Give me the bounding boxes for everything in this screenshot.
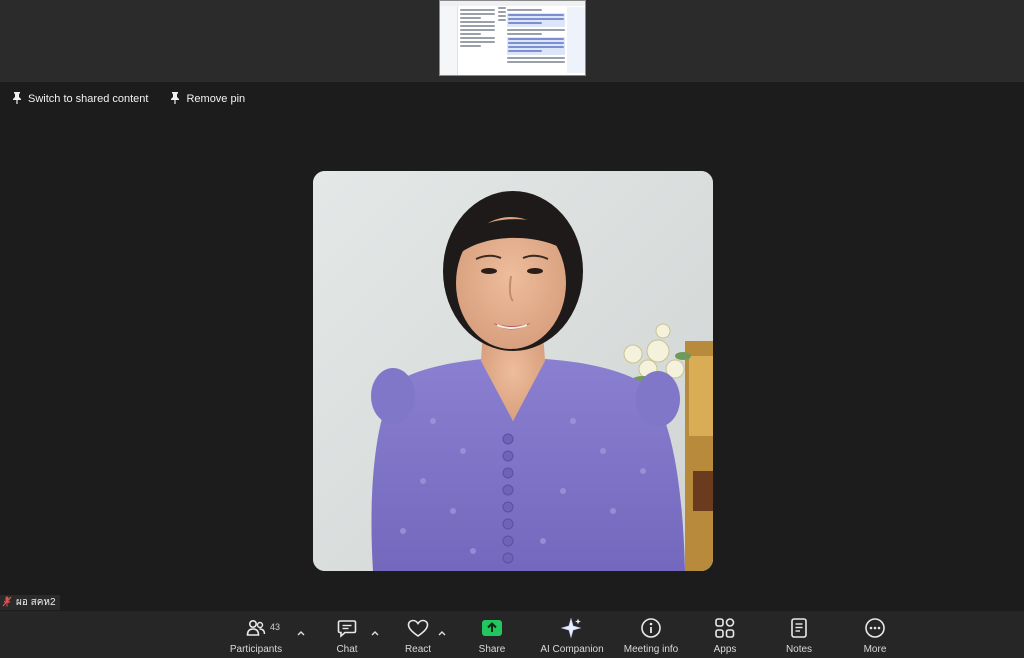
switch-to-shared-content-label: Switch to shared content [28,93,149,105]
chat-button[interactable]: Chat [330,616,364,656]
info-icon [640,616,662,640]
chevron-up-icon [297,631,305,636]
apps-button[interactable]: Apps [708,616,742,656]
notes-label: Notes [785,644,813,655]
meeting-window: Switch to shared content Remove pin ผอ ส… [0,0,1024,658]
chat-menu-caret[interactable] [370,624,380,636]
participants-icon [246,616,266,640]
heart-icon [407,616,429,640]
participants-menu-caret[interactable] [296,624,306,636]
notes-button[interactable]: Notes [782,616,816,656]
participant-name-tag: ผอ สคห2 [0,595,60,610]
pin-icon [170,91,180,107]
react-label: React [404,644,432,655]
notes-icon [789,616,809,640]
meeting-info-label: Meeting info [623,644,679,655]
meeting-toolbar: Participants 43 Chat React Share AI Comp… [0,611,1024,658]
more-button[interactable]: More [858,616,892,656]
participants-label: Participants [229,644,283,655]
ai-companion-button[interactable]: AI Companion [536,616,608,656]
chat-icon [337,616,357,640]
muted-mic-icon [2,596,12,610]
sparkle-icon [561,616,583,640]
pin-icon [12,91,22,107]
remove-pin-button[interactable]: Remove pin [170,91,246,107]
chat-label: Chat [336,644,358,655]
shared-content-strip [0,0,1024,82]
react-button[interactable]: React [400,616,436,656]
share-button[interactable]: Share [474,616,510,656]
share-arrow-icon [481,616,503,640]
switch-to-shared-content-button[interactable]: Switch to shared content [12,91,149,107]
more-label: More [863,644,887,655]
ai-companion-label: AI Companion [540,644,604,655]
chevron-up-icon [371,631,379,636]
pin-controls: Switch to shared content Remove pin [12,90,245,108]
participant-video[interactable] [313,171,713,571]
share-label: Share [478,644,506,655]
participants-count: 43 [270,622,281,632]
apps-icon [714,616,736,640]
react-menu-caret[interactable] [437,624,447,636]
chevron-up-icon [438,631,446,636]
participant-video-frame [313,171,713,571]
shared-content-thumbnail[interactable] [439,0,586,76]
participant-name: ผอ สคห2 [16,597,56,608]
remove-pin-label: Remove pin [186,93,246,105]
meeting-info-button[interactable]: Meeting info [620,616,682,656]
apps-label: Apps [713,644,737,655]
more-dots-icon [864,616,886,640]
